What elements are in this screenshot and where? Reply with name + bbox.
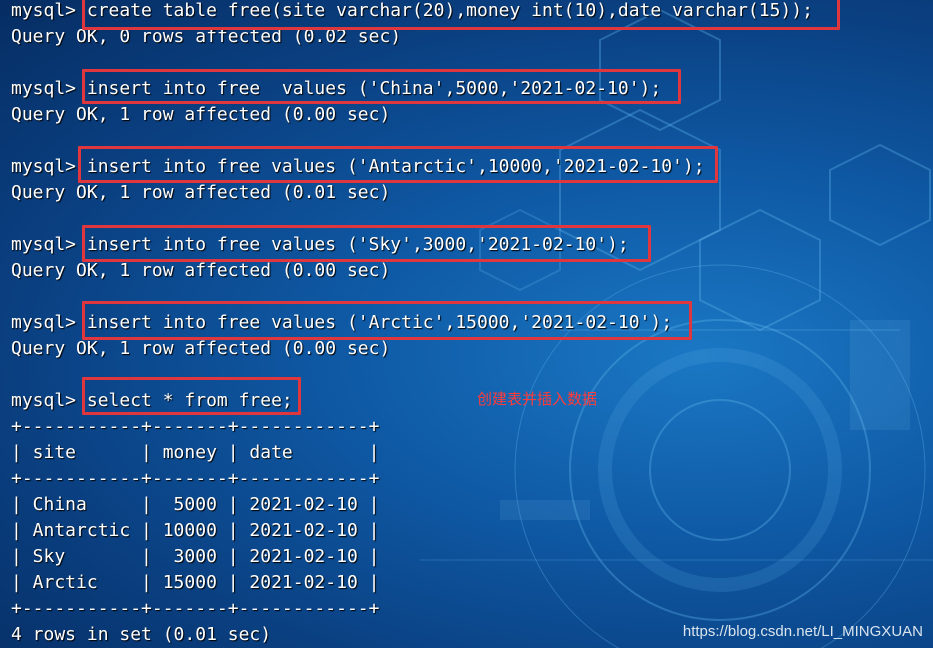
table-header-row: | site | money | date | bbox=[11, 442, 380, 463]
table-row: | China | 5000 | 2021-02-10 | bbox=[11, 494, 380, 515]
highlight-box-insert-china bbox=[82, 69, 681, 104]
highlight-box-insert-arctic bbox=[82, 301, 692, 340]
watermark-url: https://blog.csdn.net/LI_MINGXUAN bbox=[682, 623, 923, 640]
table-row: | Arctic | 15000 | 2021-02-10 | bbox=[11, 572, 380, 593]
highlight-box-insert-sky bbox=[82, 225, 651, 262]
highlight-box-select bbox=[82, 377, 301, 415]
table-border-line: +-----------+-------+------------+ bbox=[11, 416, 380, 437]
table-row: | Antarctic | 10000 | 2021-02-10 | bbox=[11, 520, 380, 541]
table-border-line: +-----------+-------+------------+ bbox=[11, 468, 380, 489]
highlight-box-insert-antarctic bbox=[78, 146, 718, 183]
table-row: | Sky | 3000 | 2021-02-10 | bbox=[11, 546, 380, 567]
output-line: Query OK, 1 row affected (0.00 sec) bbox=[11, 104, 391, 125]
output-line: Query OK, 1 row affected (0.01 sec) bbox=[11, 182, 391, 203]
table-border-line: +-----------+-------+------------+ bbox=[11, 598, 380, 619]
highlight-box-create-table bbox=[82, 0, 840, 30]
result-summary-line: 4 rows in set (0.01 sec) bbox=[11, 624, 272, 645]
annotation-label: 创建表并插入数据 bbox=[477, 390, 598, 408]
